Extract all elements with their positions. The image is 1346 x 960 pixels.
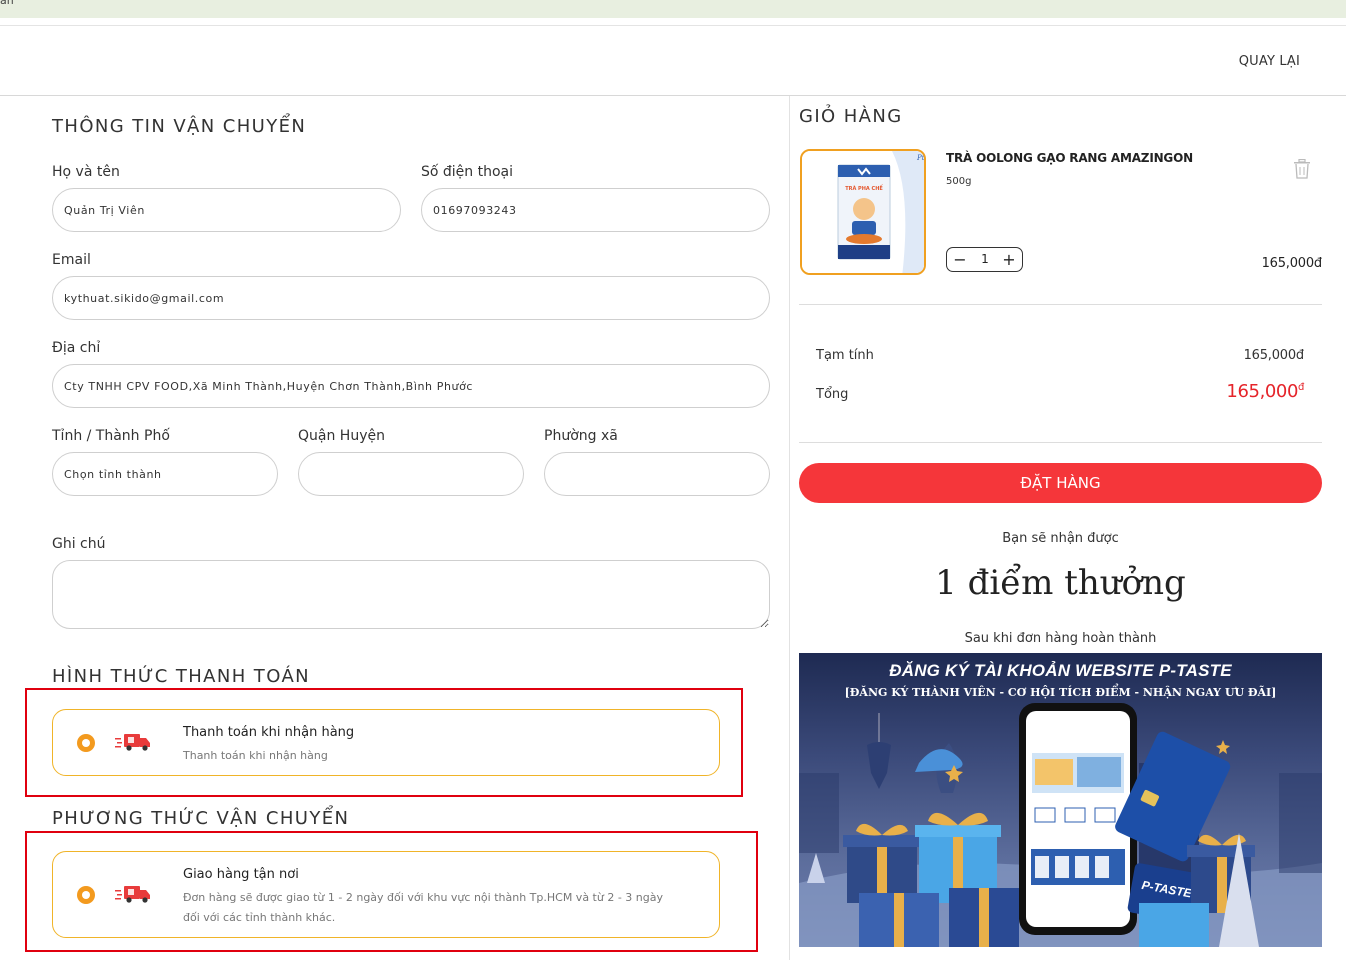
quantity-value[interactable]: 1: [975, 252, 995, 266]
top-strip-text: an: [0, 0, 14, 7]
product-price: 165,000đ: [1261, 256, 1323, 271]
back-link[interactable]: QUAY LẠI: [1239, 54, 1300, 69]
total-currency: đ: [1298, 382, 1304, 393]
note-textarea[interactable]: [52, 560, 770, 629]
total-amount: 165,000: [1226, 381, 1299, 402]
place-order-button[interactable]: ĐẶT HÀNG: [799, 463, 1322, 503]
shipping-title: THÔNG TIN VẬN CHUYỂN: [52, 116, 307, 137]
svg-text:Ptaste: Ptaste: [916, 154, 926, 162]
phone-field[interactable]: [421, 188, 770, 232]
phone-label: Số điện thoại: [421, 164, 514, 180]
payment-option-title: Thanh toán khi nhận hàng: [183, 725, 355, 740]
cart-divider-bottom: [799, 442, 1322, 443]
minus-icon[interactable]: −: [949, 249, 971, 270]
payment-option-desc: Thanh toán khi nhận hàng: [183, 749, 328, 762]
payment-title: HÌNH THỨC THANH TOÁN: [52, 666, 311, 687]
radio-selected-icon[interactable]: [77, 886, 95, 904]
total-value: 165,000đ: [1226, 381, 1304, 402]
page-header: QUAY LẠI: [0, 25, 1346, 96]
browser-top-strip: an: [0, 0, 1346, 18]
district-select[interactable]: [298, 452, 524, 496]
delivery-option-desc: Đơn hàng sẽ được giao từ 1 - 2 ngày đối …: [183, 891, 663, 924]
email-field[interactable]: [52, 276, 770, 320]
subtotal-label: Tạm tính: [816, 348, 874, 363]
delivery-title: PHƯƠNG THỨC VẬN CHUYỂN: [52, 808, 350, 829]
email-label: Email: [52, 252, 91, 268]
delivery-option-title: Giao hàng tận nơi: [183, 867, 299, 882]
district-label: Quận Huyện: [298, 428, 385, 444]
package-label: TRÀ PHA CHẾ: [845, 184, 883, 192]
total-label: Tổng: [816, 387, 849, 402]
reward-points: 1 điểm thưởng: [935, 563, 1186, 603]
address-label: Địa chỉ: [52, 340, 101, 356]
name-label: Họ và tên: [52, 164, 120, 180]
column-divider: [789, 96, 790, 960]
delivery-option-home[interactable]: Giao hàng tận nơi Đơn hàng sẽ được giao …: [52, 851, 720, 938]
points-post-text: Sau khi đơn hàng hoàn thành: [964, 631, 1157, 646]
address-field[interactable]: [52, 364, 770, 408]
banner-headline: ĐĂNG KÝ TÀI KHOẢN WEBSITE P-TASTE: [889, 661, 1232, 680]
province-select[interactable]: [52, 452, 278, 496]
cart-divider-top: [799, 304, 1322, 305]
quantity-stepper[interactable]: − 1 +: [946, 247, 1023, 272]
subtotal-value: 165,000đ: [1243, 348, 1305, 363]
delivery-truck-icon: [115, 734, 150, 751]
radio-selected-icon[interactable]: [77, 734, 95, 752]
points-pre-text: Bạn sẽ nhận được: [1002, 531, 1119, 546]
ward-label: Phường xã: [544, 428, 618, 444]
product-name[interactable]: TRÀ OOLONG GẠO RANG AMAZINGON: [946, 151, 1193, 165]
product-thumbnail[interactable]: TRÀ PHA CHẾ Ptaste: [800, 149, 926, 275]
trash-icon[interactable]: [1293, 159, 1311, 179]
province-label: Tỉnh / Thành Phố: [52, 428, 170, 444]
promo-banner[interactable]: P-TASTE ĐĂNG KÝ TÀI KHOẢN WEBSITE P-TAST…: [799, 653, 1322, 947]
product-variant: 500g: [946, 176, 972, 187]
payment-option-cod[interactable]: Thanh toán khi nhận hàng Thanh toán khi …: [52, 709, 720, 776]
cart-title: GIỎ HÀNG: [799, 106, 903, 127]
product-image: TRÀ PHA CHẾ Ptaste: [802, 151, 926, 273]
note-label: Ghi chú: [52, 536, 106, 552]
plus-icon[interactable]: +: [998, 249, 1020, 270]
delivery-truck-icon: [115, 886, 150, 903]
ward-select[interactable]: [544, 452, 770, 496]
banner-subline: [ĐĂNG KÝ THÀNH VIÊN - CƠ HỘI TÍCH ĐIỂM -…: [844, 686, 1277, 699]
name-field[interactable]: [52, 188, 401, 232]
